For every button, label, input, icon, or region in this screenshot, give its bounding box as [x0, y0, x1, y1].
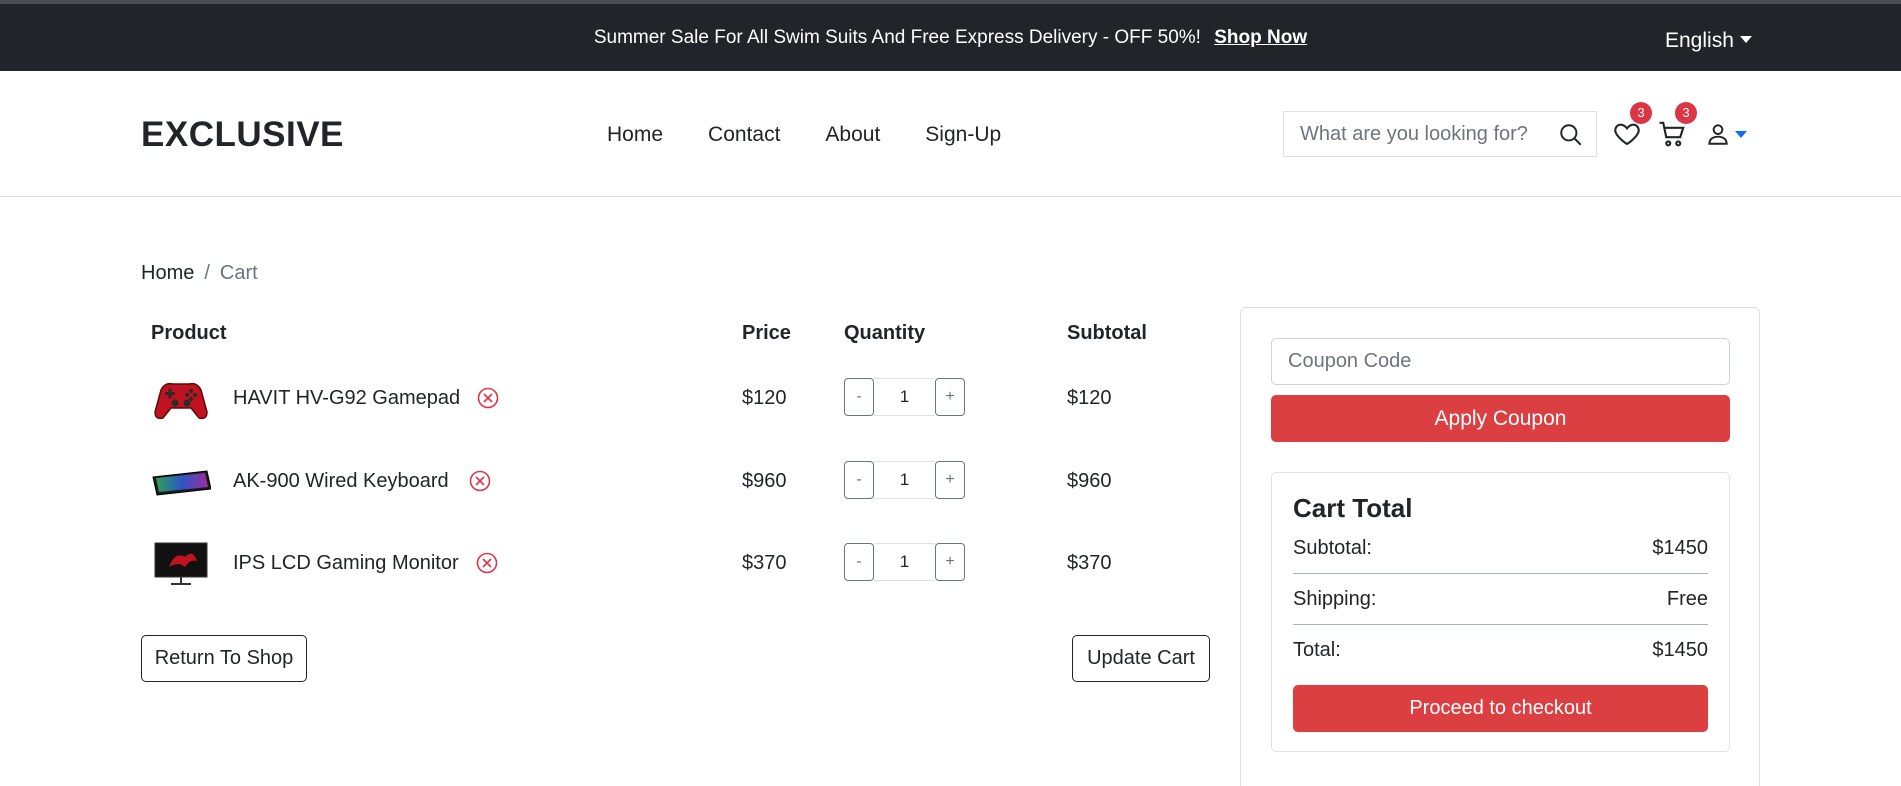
increase-quantity-button[interactable]: + [935, 378, 965, 416]
nav-contact[interactable]: Contact [708, 123, 780, 147]
breadcrumb-separator: / [204, 262, 210, 284]
promo-bar: Summer Sale For All Swim Suits And Free … [0, 0, 1901, 71]
divider [1293, 573, 1708, 574]
shipping-row: Shipping: Free [1293, 588, 1708, 618]
cart-count-badge: 3 [1675, 102, 1697, 124]
table-row: AK-900 Wired Keyboard $960 - 1 + $960 [141, 446, 1211, 516]
header-product: Product [151, 322, 227, 344]
promo-message: Summer Sale For All Swim Suits And Free … [0, 27, 1901, 49]
apply-coupon-button[interactable]: Apply Coupon [1271, 395, 1730, 442]
caret-down-icon [1735, 131, 1747, 138]
breadcrumb-current: Cart [219, 262, 258, 284]
shipping-label: Shipping: [1293, 588, 1377, 610]
nav-sign-up[interactable]: Sign-Up [925, 123, 1001, 147]
quantity-value[interactable]: 1 [874, 378, 935, 416]
header-price: Price [742, 322, 791, 344]
table-row: HAVIT HV-G92 Gamepad $120 - 1 + $120 [141, 363, 1211, 433]
remove-item-icon[interactable] [477, 387, 499, 409]
item-subtotal: $120 [1067, 387, 1112, 409]
language-label: English [1665, 29, 1734, 52]
item-subtotal: $960 [1067, 470, 1112, 492]
return-to-shop-button[interactable]: Return To Shop [141, 635, 307, 682]
coupon-code-input[interactable] [1271, 338, 1730, 385]
breadcrumb-home[interactable]: Home [141, 262, 194, 284]
search-input[interactable] [1284, 112, 1554, 156]
monitor-image [154, 542, 208, 585]
search-box [1283, 111, 1597, 157]
total-row: Total: $1450 [1293, 639, 1708, 669]
main-nav: Home Contact About Sign-Up [607, 123, 1001, 147]
item-price: $120 [742, 387, 787, 409]
user-menu[interactable] [1705, 119, 1749, 149]
quantity-stepper: - 1 + [844, 543, 970, 581]
nav-about[interactable]: About [825, 123, 880, 147]
search-icon[interactable] [1558, 122, 1584, 148]
logo[interactable]: EXCLUSIVE [141, 115, 344, 155]
proceed-to-checkout-button[interactable]: Proceed to checkout [1293, 685, 1708, 732]
product-name[interactable]: AK-900 Wired Keyboard [233, 470, 449, 493]
remove-item-icon[interactable] [469, 470, 491, 492]
header-quantity: Quantity [844, 322, 926, 344]
wishlist-button[interactable]: 3 [1612, 102, 1652, 149]
remove-item-icon[interactable] [476, 552, 498, 574]
quantity-value[interactable]: 1 [874, 461, 935, 499]
update-cart-button[interactable]: Update Cart [1072, 635, 1210, 682]
total-value: $1450 [1652, 639, 1708, 661]
cart-total-title: Cart Total [1293, 493, 1413, 523]
language-selector[interactable]: English [1665, 29, 1752, 53]
quantity-value[interactable]: 1 [874, 543, 935, 581]
keyboard-image [152, 470, 211, 496]
quantity-stepper: - 1 + [844, 378, 970, 416]
cart-total-box: Cart Total Subtotal: $1450 Shipping: Fre… [1271, 472, 1730, 752]
subtotal-value: $1450 [1652, 537, 1708, 559]
table-row: IPS LCD Gaming Monitor $370 - 1 + $370 [141, 528, 1211, 598]
shipping-value: Free [1666, 588, 1708, 610]
decrease-quantity-button[interactable]: - [844, 543, 874, 581]
quantity-stepper: - 1 + [844, 461, 970, 499]
subtotal-row: Subtotal: $1450 [1293, 537, 1708, 567]
increase-quantity-button[interactable]: + [935, 461, 965, 499]
caret-down-icon [1739, 36, 1752, 43]
product-name[interactable]: IPS LCD Gaming Monitor [233, 552, 459, 575]
item-price: $960 [742, 470, 787, 492]
wishlist-count-badge: 3 [1630, 102, 1652, 124]
item-price: $370 [742, 552, 787, 574]
header-subtotal: Subtotal [1067, 322, 1147, 344]
nav-home[interactable]: Home [607, 123, 663, 147]
product-name[interactable]: HAVIT HV-G92 Gamepad [233, 387, 460, 410]
cart-summary-panel: Apply Coupon Cart Total Subtotal: $1450 … [1240, 307, 1760, 786]
item-subtotal: $370 [1067, 552, 1112, 574]
gamepad-image [154, 382, 208, 420]
total-label: Total: [1293, 639, 1341, 661]
shop-now-link[interactable]: Shop Now [1214, 27, 1307, 48]
cart-button[interactable]: 3 [1657, 102, 1697, 149]
divider [1293, 624, 1708, 625]
user-icon [1708, 124, 1728, 145]
site-header: EXCLUSIVE Home Contact About Sign-Up 3 3 [0, 71, 1901, 197]
subtotal-label: Subtotal: [1293, 537, 1372, 559]
breadcrumb: Home / Cart [141, 262, 258, 285]
promo-text: Summer Sale For All Swim Suits And Free … [593, 27, 1201, 48]
decrease-quantity-button[interactable]: - [844, 378, 874, 416]
increase-quantity-button[interactable]: + [935, 543, 965, 581]
decrease-quantity-button[interactable]: - [844, 461, 874, 499]
